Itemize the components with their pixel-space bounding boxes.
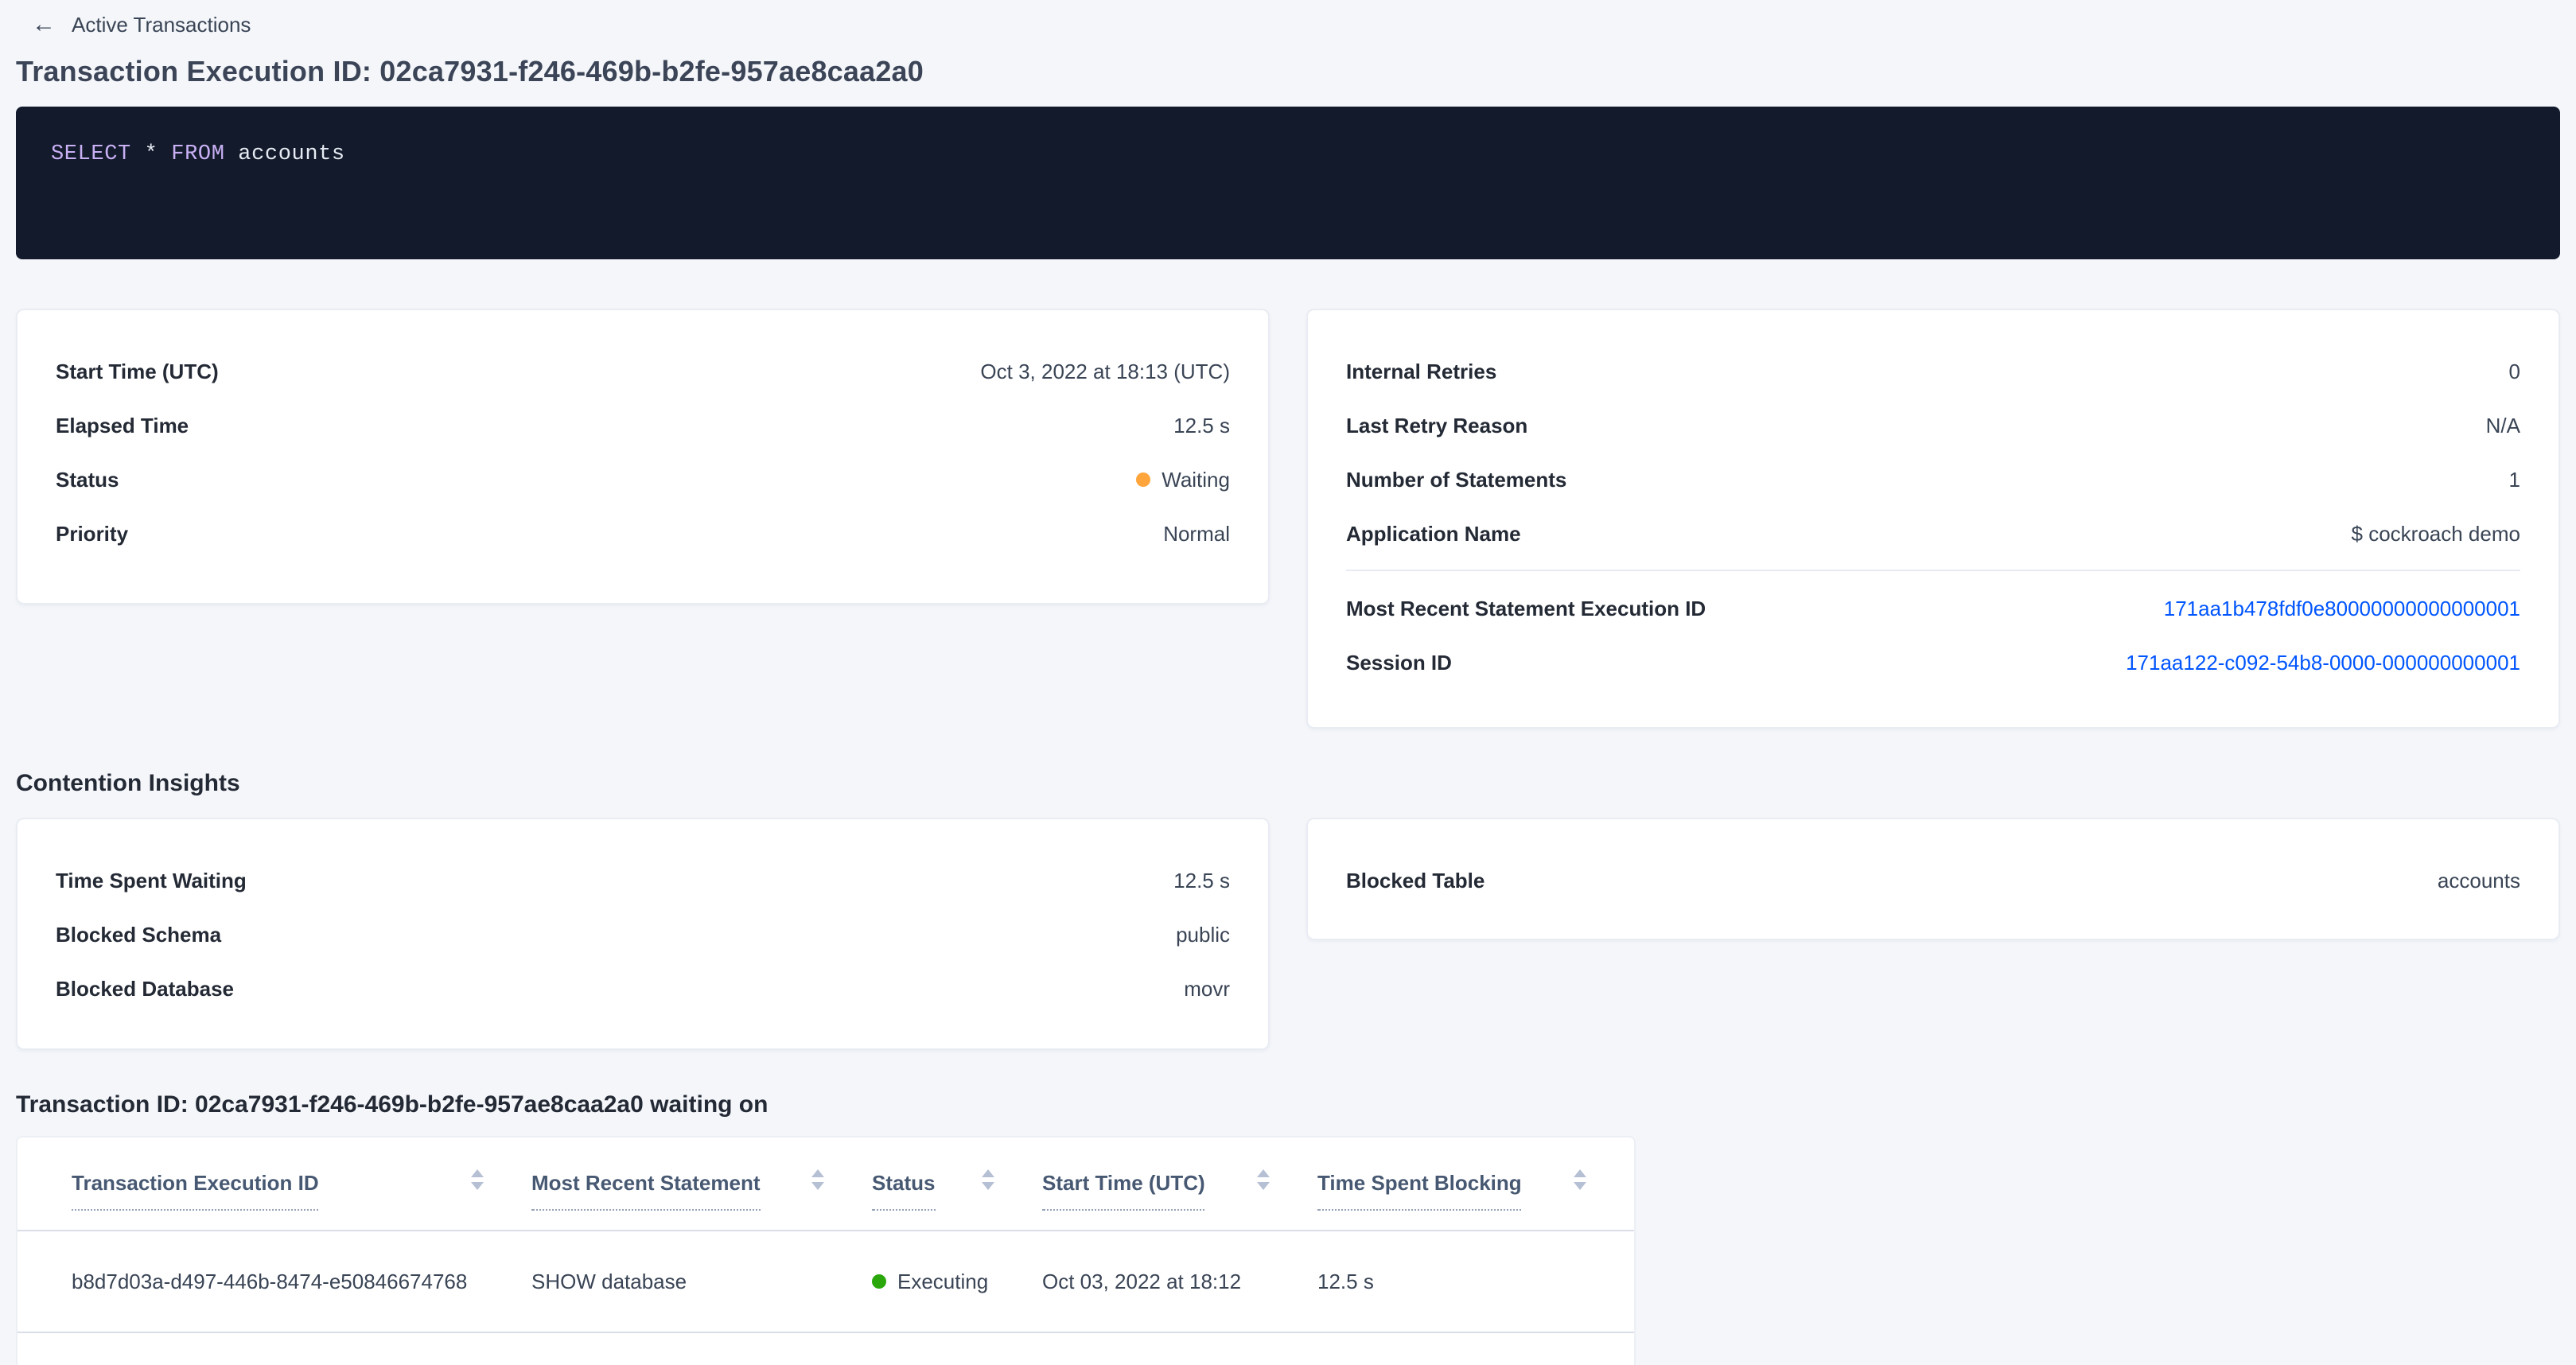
column-header-status[interactable]: Status bbox=[872, 1138, 1042, 1231]
status-label: Status bbox=[56, 467, 119, 491]
blocked-table-label: Blocked Table bbox=[1346, 868, 1485, 892]
overview-right-card: Internal Retries 0 Last Retry Reason N/A… bbox=[1306, 309, 2560, 729]
start-time-value: Oct 3, 2022 at 18:13 (UTC) bbox=[980, 359, 1230, 383]
column-header-label: Status bbox=[872, 1171, 935, 1211]
sort-icon bbox=[1574, 1169, 1586, 1190]
start-time-label: Start Time (UTC) bbox=[56, 359, 219, 383]
cell-start-time: Oct 03, 2022 at 18:12 bbox=[1042, 1231, 1317, 1332]
status-value-text: Waiting bbox=[1162, 467, 1230, 491]
sort-icon bbox=[811, 1169, 824, 1190]
cell-status: Executing bbox=[872, 1231, 1042, 1332]
blocked-schema-value: public bbox=[1176, 922, 1230, 946]
overview-cards-row: Start Time (UTC) Oct 3, 2022 at 18:13 (U… bbox=[16, 309, 2560, 729]
last-retry-reason-label: Last Retry Reason bbox=[1346, 413, 1527, 437]
statement-execution-id-link[interactable]: 171aa1b478fdf0e80000000000000001 bbox=[2164, 596, 2520, 620]
column-header-transaction-execution-id[interactable]: Transaction Execution ID bbox=[18, 1138, 531, 1231]
back-arrow-icon: ← bbox=[32, 12, 56, 36]
contention-cards-row: Time Spent Waiting 12.5 s Blocked Schema… bbox=[16, 818, 2560, 1050]
number-of-statements-label: Number of Statements bbox=[1346, 467, 1566, 491]
session-id-link[interactable]: 171aa122-c092-54b8-0000-000000000001 bbox=[2126, 650, 2520, 674]
sql-operand-star: * bbox=[131, 143, 171, 167]
sort-icon bbox=[1257, 1169, 1270, 1190]
cell-status-text: Executing bbox=[897, 1270, 988, 1293]
column-header-start-time[interactable]: Start Time (UTC) bbox=[1042, 1138, 1317, 1231]
internal-retries-row: Internal Retries 0 bbox=[1308, 344, 2558, 398]
internal-retries-label: Internal Retries bbox=[1346, 359, 1496, 383]
sort-icon bbox=[471, 1169, 484, 1190]
elapsed-time-row: Elapsed Time 12.5 s bbox=[18, 398, 1268, 452]
last-retry-reason-value: N/A bbox=[2486, 413, 2520, 437]
blocked-database-value: movr bbox=[1184, 976, 1230, 1000]
priority-value: Normal bbox=[1163, 521, 1230, 545]
session-id-row: Session ID 171aa122-c092-54b8-0000-00000… bbox=[1308, 635, 2558, 689]
statement-execution-id-row: Most Recent Statement Execution ID 171aa… bbox=[1308, 581, 2558, 635]
sql-statement-text: SELECT * FROM accounts bbox=[51, 142, 2528, 169]
cell-transaction-execution-id: b8d7d03a-d497-446b-8474-e50846674768 bbox=[18, 1231, 531, 1332]
overview-left-card: Start Time (UTC) Oct 3, 2022 at 18:13 (U… bbox=[16, 309, 1270, 605]
page-title: Transaction Execution ID: 02ca7931-f246-… bbox=[16, 56, 2560, 89]
column-header-label: Start Time (UTC) bbox=[1042, 1171, 1205, 1211]
contention-right-card: Blocked Table accounts bbox=[1306, 818, 2560, 940]
status-row: Status Waiting bbox=[18, 452, 1268, 506]
sql-operand-table: accounts bbox=[225, 143, 345, 167]
elapsed-time-label: Elapsed Time bbox=[56, 413, 189, 437]
application-name-value: $ cockroach demo bbox=[2352, 521, 2520, 545]
last-retry-reason-row: Last Retry Reason N/A bbox=[1308, 398, 2558, 452]
contention-insights-heading: Contention Insights bbox=[16, 770, 2560, 797]
waiting-status-dot-icon bbox=[1136, 472, 1150, 486]
blocked-schema-label: Blocked Schema bbox=[56, 922, 221, 946]
table-header-row: Transaction Execution ID Most Recent Sta… bbox=[18, 1138, 1634, 1231]
transaction-details-page: ← Active Transactions Transaction Execut… bbox=[0, 0, 2576, 1365]
card-divider bbox=[1346, 570, 2520, 571]
blocked-database-row: Blocked Database movr bbox=[18, 961, 1268, 1015]
status-value: Waiting bbox=[1136, 467, 1230, 491]
priority-label: Priority bbox=[56, 521, 128, 545]
number-of-statements-row: Number of Statements 1 bbox=[1308, 452, 2558, 506]
column-header-label: Most Recent Statement bbox=[531, 1171, 761, 1211]
sql-keyword-select: SELECT bbox=[51, 143, 131, 167]
blocked-schema-row: Blocked Schema public bbox=[18, 907, 1268, 961]
cell-time-spent-blocking: 12.5 s bbox=[1317, 1231, 1634, 1332]
executing-status-dot-icon bbox=[872, 1274, 886, 1289]
time-spent-waiting-label: Time Spent Waiting bbox=[56, 868, 247, 892]
application-name-row: Application Name $ cockroach demo bbox=[1308, 506, 2558, 560]
table-row: b8d7d03a-d497-446b-8474-e50846674768 SHO… bbox=[18, 1231, 1634, 1332]
internal-retries-value: 0 bbox=[2509, 359, 2520, 383]
blocked-table-row: Blocked Table accounts bbox=[1308, 853, 2558, 907]
cell-most-recent-statement: SHOW database bbox=[531, 1231, 872, 1332]
blocked-database-label: Blocked Database bbox=[56, 976, 234, 1000]
statement-execution-id-label: Most Recent Statement Execution ID bbox=[1346, 596, 1706, 620]
column-header-time-spent-blocking[interactable]: Time Spent Blocking bbox=[1317, 1138, 1634, 1231]
waiting-on-table-card: Transaction Execution ID Most Recent Sta… bbox=[16, 1136, 1636, 1365]
time-spent-waiting-row: Time Spent Waiting 12.5 s bbox=[18, 853, 1268, 907]
waiting-on-table: Transaction Execution ID Most Recent Sta… bbox=[18, 1138, 1634, 1333]
contention-left-card: Time Spent Waiting 12.5 s Blocked Schema… bbox=[16, 818, 1270, 1050]
session-id-label: Session ID bbox=[1346, 650, 1452, 674]
application-name-label: Application Name bbox=[1346, 521, 1521, 545]
number-of-statements-value: 1 bbox=[2509, 467, 2520, 491]
column-header-label: Time Spent Blocking bbox=[1317, 1171, 1522, 1211]
column-header-label: Transaction Execution ID bbox=[72, 1171, 319, 1211]
elapsed-time-value: 12.5 s bbox=[1173, 413, 1230, 437]
blocked-table-value: accounts bbox=[2438, 868, 2520, 892]
start-time-row: Start Time (UTC) Oct 3, 2022 at 18:13 (U… bbox=[18, 344, 1268, 398]
back-link-label: Active Transactions bbox=[72, 12, 251, 36]
priority-row: Priority Normal bbox=[18, 506, 1268, 560]
sql-keyword-from: FROM bbox=[171, 143, 224, 167]
sql-statement-box: SELECT * FROM accounts bbox=[16, 107, 2560, 259]
column-header-most-recent-statement[interactable]: Most Recent Statement bbox=[531, 1138, 872, 1231]
sort-icon bbox=[982, 1169, 994, 1190]
back-link[interactable]: ← Active Transactions bbox=[0, 0, 2576, 38]
time-spent-waiting-value: 12.5 s bbox=[1173, 868, 1230, 892]
waiting-on-heading: Transaction ID: 02ca7931-f246-469b-b2fe-… bbox=[16, 1091, 2560, 1118]
